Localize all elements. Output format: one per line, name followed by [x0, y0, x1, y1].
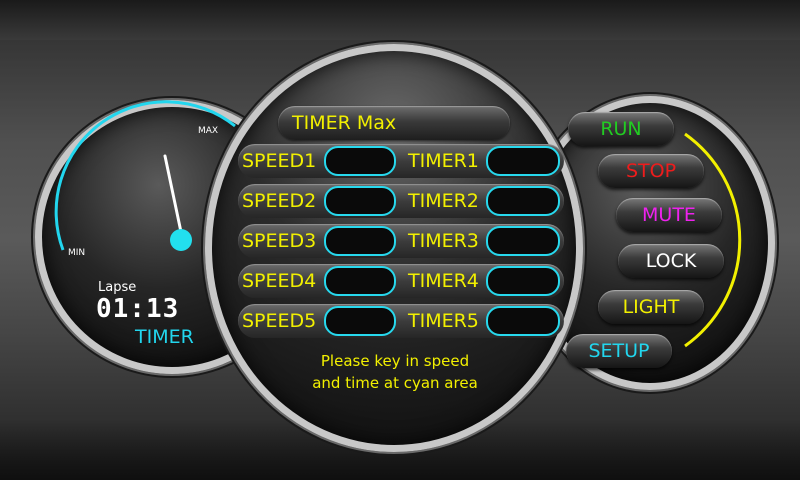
speed5-label: SPEED5 [242, 310, 317, 332]
speed1-input[interactable] [324, 146, 396, 176]
speed2-label: SPEED2 [242, 190, 317, 212]
timer2-input[interactable] [486, 186, 560, 216]
timer-label: TIMER [135, 326, 194, 348]
speed4-input[interactable] [324, 266, 396, 296]
timer5-input[interactable] [486, 306, 560, 336]
speed3-input[interactable] [324, 226, 396, 256]
instruction-line-1: Please key in speed [320, 352, 470, 370]
timer4-label: TIMER4 [408, 270, 479, 292]
row-2: SPEED2 TIMER2 [238, 184, 564, 218]
gauge-hub [170, 229, 192, 251]
row-4: SPEED4 TIMER4 [238, 264, 564, 298]
row-1: SPEED1 TIMER1 [238, 144, 564, 178]
speed5-input[interactable] [324, 306, 396, 336]
gauge-needle [163, 154, 183, 234]
speed2-input[interactable] [324, 186, 396, 216]
speed1-label: SPEED1 [242, 150, 317, 172]
instruction-line-2: and time at cyan area [312, 374, 478, 392]
run-button[interactable]: RUN [568, 112, 674, 146]
timer1-input[interactable] [486, 146, 560, 176]
timer4-input[interactable] [486, 266, 560, 296]
timer3-label: TIMER3 [408, 230, 479, 252]
gauge-max-label: MAX [198, 126, 219, 136]
speed4-label: SPEED4 [242, 270, 317, 292]
gauge-min-label: MIN [68, 248, 86, 258]
timer2-label: TIMER2 [408, 190, 479, 212]
speed3-label: SPEED3 [242, 230, 317, 252]
setup-button[interactable]: SETUP [566, 334, 672, 368]
lapse-label: Lapse [98, 280, 137, 295]
instruction-text: Please key in speed and time at cyan are… [290, 350, 500, 394]
timer5-label: TIMER5 [408, 310, 479, 332]
timer1-label: TIMER1 [408, 150, 479, 172]
row-3: SPEED3 TIMER3 [238, 224, 564, 258]
timer3-input[interactable] [486, 226, 560, 256]
row-5: SPEED5 TIMER5 [238, 304, 564, 338]
mute-button[interactable]: MUTE [616, 198, 722, 232]
timer-max-field[interactable]: TIMER Max [278, 106, 510, 140]
lock-button[interactable]: LOCK [618, 244, 724, 278]
stop-button[interactable]: STOP [598, 154, 704, 188]
lapse-time: 01:13 [96, 294, 180, 324]
top-shine [0, 0, 800, 40]
light-button[interactable]: LIGHT [598, 290, 704, 324]
timer-max-label: TIMER Max [292, 112, 397, 134]
